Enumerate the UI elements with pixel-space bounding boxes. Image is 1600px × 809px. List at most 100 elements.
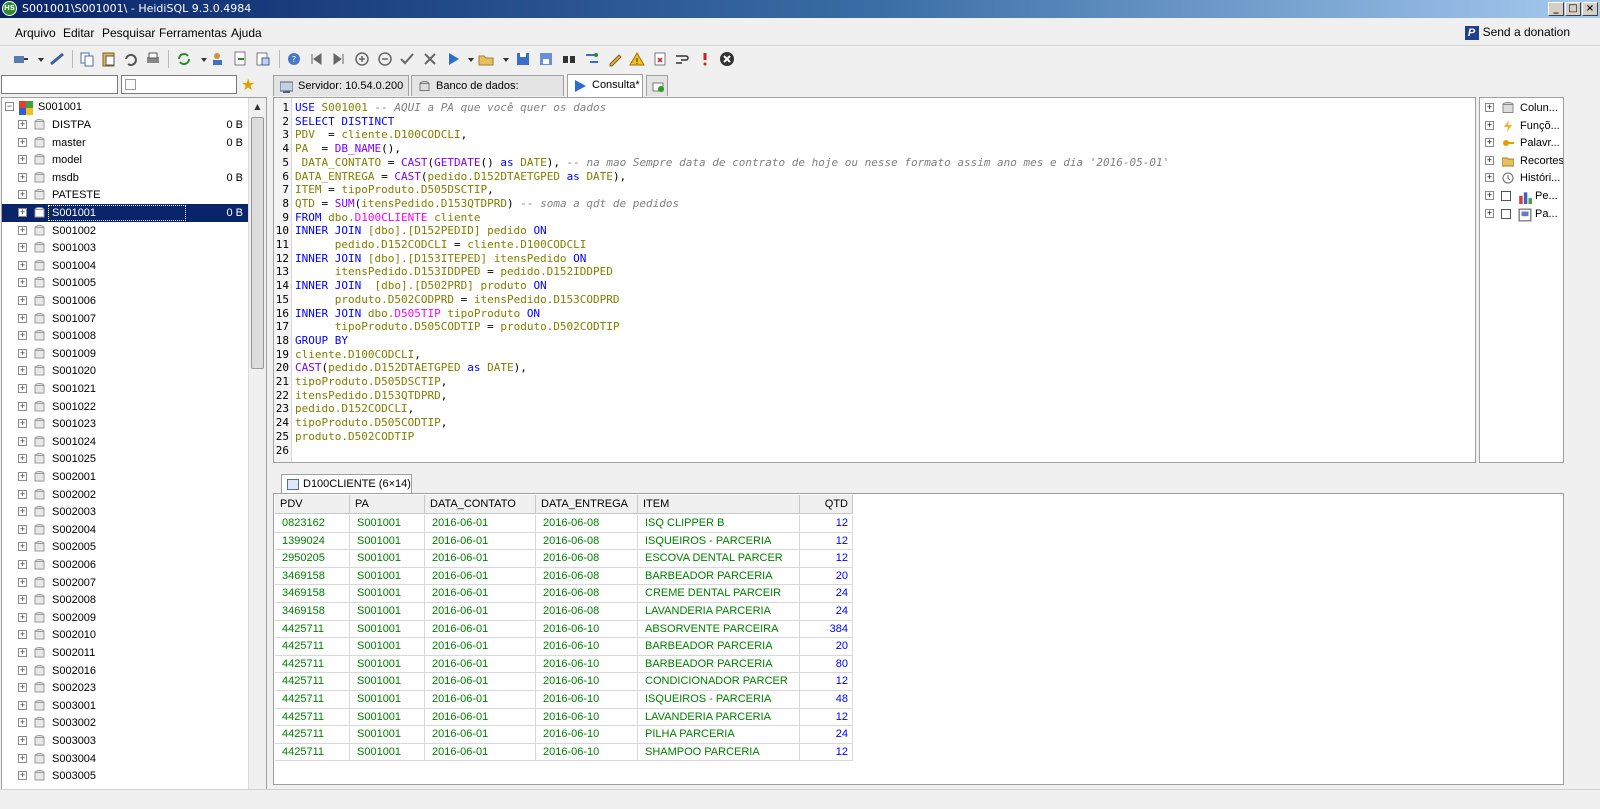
table-cell[interactable]: 2016-06-01 [425,585,536,603]
table-cell[interactable]: ISQUEIROS - PARCERIA [638,532,800,551]
expand-icon[interactable]: + [18,718,27,728]
expand-icon[interactable]: + [18,137,27,147]
table-cell[interactable]: S001001 [350,550,425,568]
sql-editor[interactable]: 1 2 3 4 5 6 7 8 9 10 11 12 13 14 15 16 17 18 19 20 21 22 23 24 2… [273,97,1476,463]
tree-item[interactable]: + S001024 [2,433,249,451]
tree-item[interactable]: + S001022 [2,398,249,416]
paste-icon[interactable] [100,50,118,68]
table-cell[interactable]: 3469158 [275,567,350,586]
table-cell[interactable]: 4425711 [275,638,350,656]
table-cell[interactable]: ESCOVA DENTAL PARCER [638,550,800,568]
menu-editar[interactable]: Editar [63,26,94,40]
expand-icon[interactable]: + [18,542,27,552]
code-line[interactable]: itensPedido.D153IDDPED = pedido.D152IDDP… [295,265,613,279]
tree-item[interactable]: + DISTPA 0 B [2,116,249,134]
expand-icon[interactable]: + [18,155,27,165]
clear-filter-icon[interactable] [651,50,669,68]
tree-item[interactable]: + S001008 [2,327,249,345]
table-cell[interactable]: 12 [800,532,853,551]
refresh-icon[interactable] [175,50,193,68]
helper-item[interactable]: + Pa... [1480,205,1563,223]
table-cell[interactable]: 2016-06-01 [425,743,536,762]
execute-dropdown[interactable] [468,58,474,62]
table-cell[interactable]: 4425711 [275,743,350,762]
format-sql-icon[interactable] [606,50,624,68]
table-cell[interactable]: 48 [800,691,853,709]
tree-item[interactable]: + S001005 [2,274,249,292]
tree-item[interactable]: + S001007 [2,310,249,328]
last-record-icon[interactable] [330,50,348,68]
tree-item[interactable]: + S002003 [2,503,249,521]
code-line[interactable]: INNER JOIN [dbo].[D152PEDID] pedido ON [295,224,547,238]
tab-add-query[interactable] [646,75,668,96]
menu-pesquisar[interactable]: Pesquisar [102,26,155,40]
code-line[interactable]: tipoProduto.D505CODTIP, [295,416,447,430]
table-cell[interactable]: ABSORVENTE PARCEIRA [638,620,800,639]
editor-results-splitter[interactable] [273,465,1564,471]
expand-icon[interactable]: + [18,243,27,253]
table-cell[interactable]: CONDICIONADOR PARCER [638,673,800,691]
column-header[interactable]: PA [350,495,425,514]
expand-icon[interactable]: + [18,560,27,569]
tree-item[interactable]: + S001006 [2,292,249,310]
code-line[interactable]: CAST(pedido.D152DTAETGPED as DATE), [295,361,527,375]
save-icon[interactable] [514,50,532,68]
connect-icon[interactable] [12,50,30,68]
tree-item[interactable]: + S002007 [2,574,249,592]
code-line[interactable]: PDV = cliente.D100CODCLI, [295,128,467,142]
table-cell[interactable]: 2016-06-01 [425,620,536,639]
tab-server[interactable]: Servidor: 10.54.0.200 [273,75,409,96]
tree-item[interactable]: + msdb 0 B [2,169,249,187]
table-cell[interactable]: LAVANDERIA PARCERIA [638,603,800,621]
expand-icon[interactable]: + [18,736,27,745]
tree-item[interactable]: + S001002 [2,222,249,240]
helper-item[interactable]: + Históri... [1480,169,1563,187]
tree-item[interactable]: + S002005 [2,538,249,556]
table-cell[interactable]: 2016-06-10 [536,673,638,691]
expand-icon[interactable]: + [1485,138,1494,148]
table-cell[interactable]: S001001 [350,532,425,551]
table-filter-field[interactable] [122,76,236,93]
table-cell[interactable]: 2016-06-01 [425,708,536,727]
expand-icon[interactable]: + [18,225,27,235]
expand-icon[interactable]: + [1485,120,1494,130]
user-manager-icon[interactable] [210,50,228,68]
code-line[interactable]: tipoProduto.D505DSCTIP, [295,375,447,389]
post-icon[interactable] [398,50,416,68]
undo-icon[interactable] [122,50,140,68]
column-header[interactable]: QTD [800,495,853,514]
table-cell[interactable]: 12 [800,515,853,533]
table-cell[interactable]: S001001 [350,567,425,586]
tab-database[interactable]: Banco de dados: S001001 [411,75,564,112]
table-cell[interactable]: 2016-06-10 [536,726,638,744]
table-cell[interactable]: 2016-06-10 [536,708,638,727]
table-cell[interactable]: S001001 [350,655,425,674]
table-cell[interactable]: 12 [800,743,853,762]
tree-item[interactable]: + S001003 [2,239,249,257]
table-cell[interactable]: S001001 [350,585,425,603]
table-cell[interactable]: BARBEADOR PARCERIA [638,567,800,586]
expand-icon[interactable]: + [18,260,27,270]
help-icon[interactable]: ? [285,50,303,68]
table-cell[interactable]: 2016-06-01 [425,550,536,568]
table-cell[interactable]: S001001 [350,603,425,621]
tree-item[interactable]: + S002023 [2,679,249,697]
table-cell[interactable]: 2016-06-08 [536,567,638,586]
tree-item[interactable]: + S002006 [2,556,249,574]
favorites-star-icon[interactable]: ★ [241,75,255,94]
close-button[interactable]: × [1582,2,1598,16]
minimize-button[interactable]: _ [1548,2,1564,16]
table-cell[interactable]: 12 [800,673,853,691]
expand-icon[interactable]: + [18,612,27,622]
table-cell[interactable]: 24 [800,603,853,621]
tree-item[interactable]: + S002008 [2,591,249,609]
maximize-button[interactable]: □ [1565,2,1581,16]
code-line[interactable]: GROUP BY [295,334,348,348]
table-cell[interactable]: 4425711 [275,673,350,691]
table-cell[interactable]: 2016-06-01 [425,673,536,691]
tab-query[interactable]: Consulta* [567,74,643,97]
table-cell[interactable]: 2016-06-10 [536,620,638,639]
table-cell[interactable]: 2016-06-01 [425,515,536,533]
code-line[interactable]: produto.D502CODPRD = itensPedido.D153COD… [295,293,620,307]
code-line[interactable]: DATA_ENTREGA = CAST(pedido.D152DTAETGPED… [295,170,626,184]
